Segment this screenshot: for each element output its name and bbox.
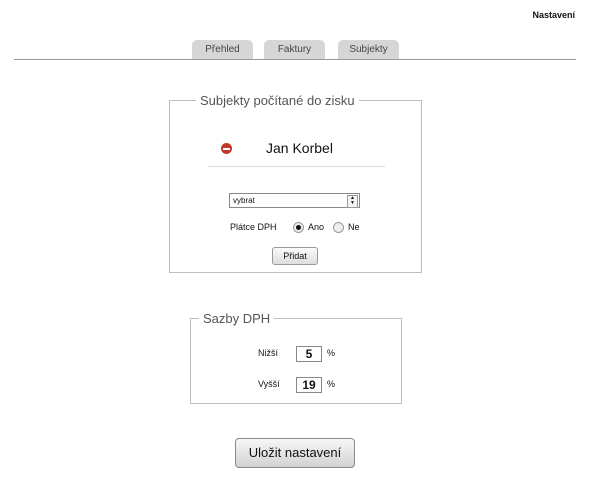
- subjects-panel-title: Subjekty počítané do zisku: [200, 93, 355, 108]
- tab-bar: Přehled Faktury Subjekty: [0, 40, 590, 60]
- vat-payer-no-label: Ne: [348, 222, 360, 232]
- tab-prehled[interactable]: Přehled: [192, 40, 253, 59]
- add-subject-button[interactable]: Přidat: [272, 247, 318, 265]
- higher-rate-label: Vyšší: [258, 379, 280, 389]
- vat-payer-no-radio[interactable]: [333, 222, 344, 233]
- vat-rates-panel: Sazby DPH Nižší 5 % Vyšší 19 %: [190, 311, 402, 404]
- lower-rate-unit: %: [327, 348, 336, 358]
- subject-separator: [208, 166, 385, 167]
- tab-subjekty[interactable]: Subjekty: [338, 40, 399, 59]
- vat-payer-label: Plátce DPH: [230, 222, 277, 232]
- subjects-panel: Subjekty počítané do zisku Jan Korbel vy…: [169, 93, 422, 273]
- vat-rates-title: Sazby DPH: [203, 311, 271, 326]
- higher-rate-input[interactable]: 19: [296, 377, 322, 393]
- vat-payer-yes-radio[interactable]: [293, 222, 304, 233]
- select-arrows-icon: ▲ ▼: [347, 195, 358, 208]
- vat-payer-yes-label: Ano: [308, 222, 325, 232]
- subject-select[interactable]: vybrat ▲ ▼: [229, 193, 360, 208]
- lower-rate-input[interactable]: 5: [296, 346, 322, 362]
- tabs-divider: [14, 59, 576, 60]
- settings-link[interactable]: Nastavení: [532, 10, 575, 20]
- lower-rate-label: Nižší: [258, 348, 278, 358]
- remove-subject-icon[interactable]: [221, 143, 232, 154]
- tab-faktury[interactable]: Faktury: [264, 40, 325, 59]
- subject-name: Jan Korbel: [266, 140, 333, 156]
- subject-select-value: vybrat: [233, 196, 255, 205]
- higher-rate-unit: %: [327, 379, 336, 389]
- save-settings-button[interactable]: Uložit nastavení: [235, 438, 355, 468]
